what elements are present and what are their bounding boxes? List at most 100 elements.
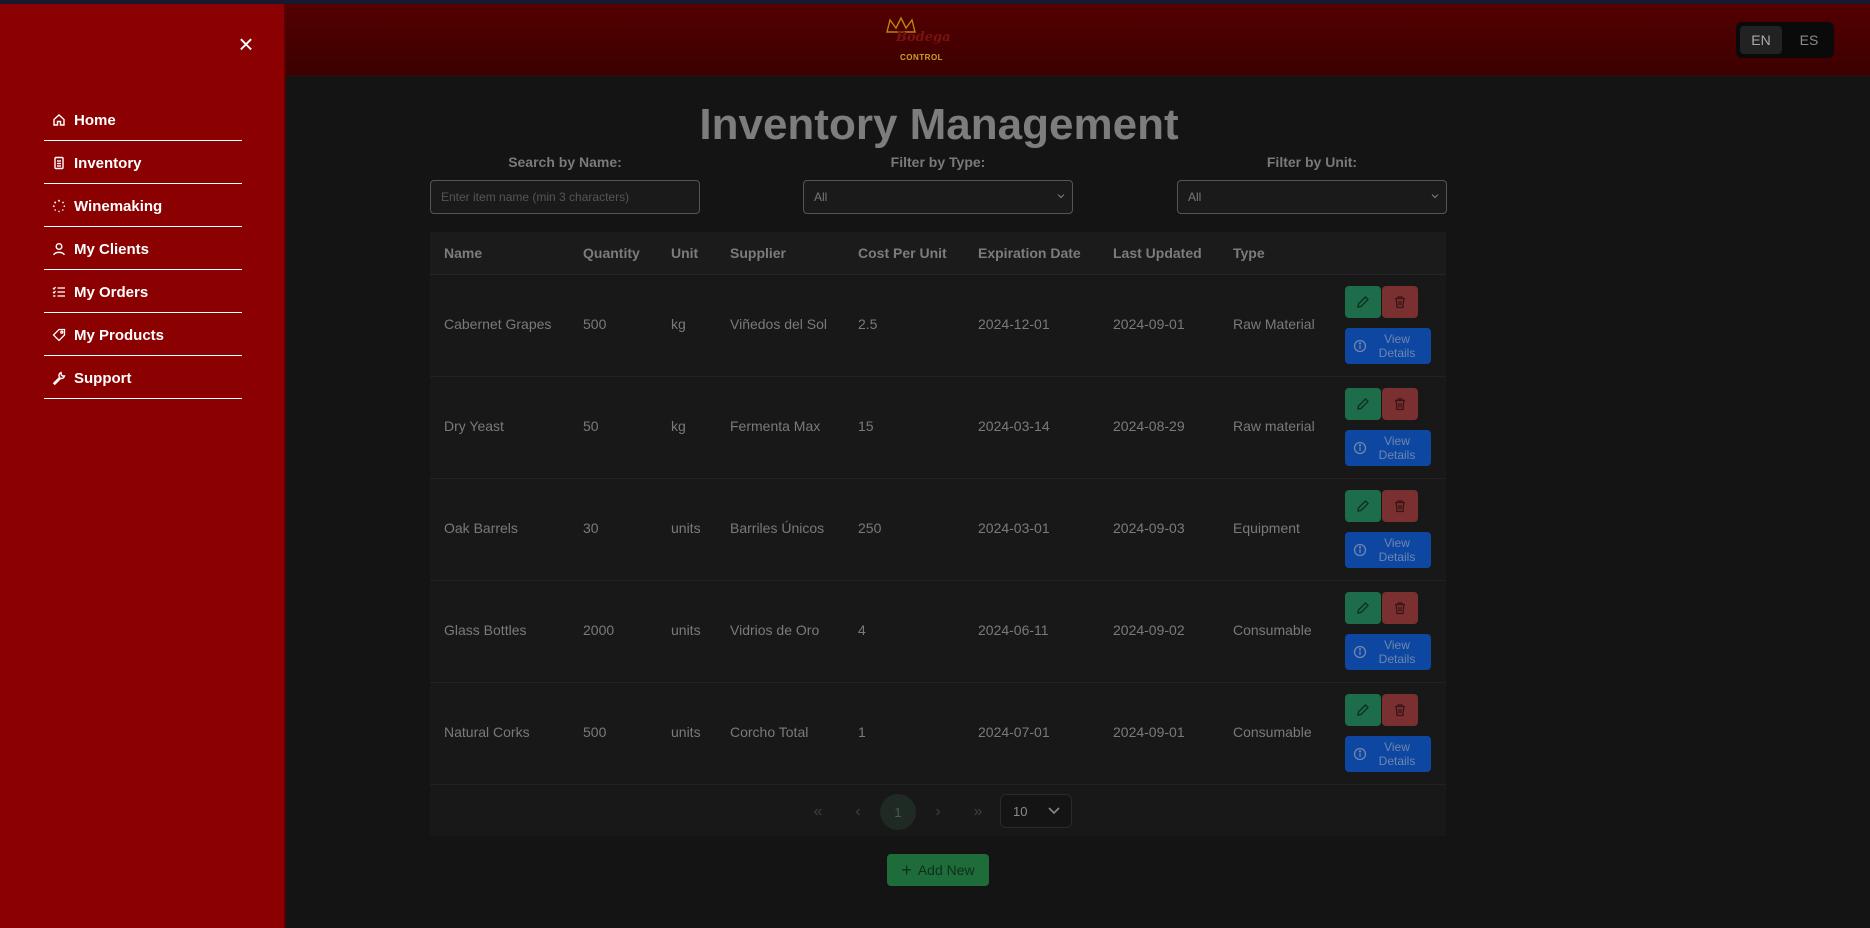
edit-button[interactable] xyxy=(1345,490,1381,522)
cell-supplier: Viñedos del Sol xyxy=(730,316,828,332)
view-details-label: View Details xyxy=(1378,536,1416,564)
info-icon xyxy=(1353,645,1367,659)
view-details-button[interactable]: View Details xyxy=(1345,736,1431,772)
home-icon xyxy=(53,114,65,126)
list-check-icon xyxy=(52,286,65,297)
sidebar-item-label: My Clients xyxy=(74,240,150,258)
pencil-icon xyxy=(1357,602,1369,614)
pencil-icon xyxy=(1357,398,1369,410)
unit-select[interactable]: All xyxy=(1177,180,1447,214)
type-filter: Filter by Type: All xyxy=(803,154,1073,214)
chevron-down-icon xyxy=(1057,194,1065,199)
sidebar-item-home[interactable]: Home xyxy=(44,100,242,141)
sidebar-item-winemaking[interactable]: Winemaking xyxy=(44,186,242,227)
column-header-type[interactable]: Type xyxy=(1233,245,1265,261)
column-header-expiration-date[interactable]: Expiration Date xyxy=(978,245,1081,261)
logo-subtitle: CONTROL xyxy=(900,53,944,62)
clipboard-icon xyxy=(54,156,64,170)
view-details-button[interactable]: View Details xyxy=(1345,634,1431,670)
delete-button[interactable] xyxy=(1382,490,1418,522)
cell-quantity: 500 xyxy=(583,724,607,740)
row-actions: View Details xyxy=(1345,694,1435,774)
cell-supplier: Fermenta Max xyxy=(730,418,821,434)
app-logo[interactable]: Bodega CONTROL xyxy=(878,16,951,66)
cell-last-updated: 2024-08-29 xyxy=(1113,418,1185,434)
delete-button[interactable] xyxy=(1382,694,1418,726)
column-header-cost-per-unit[interactable]: Cost Per Unit xyxy=(858,245,947,261)
delete-button[interactable] xyxy=(1382,286,1418,318)
cell-supplier: Barriles Únicos xyxy=(730,520,825,536)
inventory-table: Name Quantity Unit Supplier Cost Per Uni… xyxy=(430,232,1446,836)
sidebar-item-label: Winemaking xyxy=(74,197,163,215)
pencil-icon xyxy=(1357,704,1369,716)
language-en-button[interactable]: EN xyxy=(1740,26,1782,54)
view-details-button[interactable]: View Details xyxy=(1345,532,1431,568)
info-icon xyxy=(1353,543,1367,557)
type-select-value: All xyxy=(814,190,828,204)
current-page-button[interactable]: 1 xyxy=(880,794,916,830)
view-details-button[interactable]: View Details xyxy=(1345,430,1431,466)
pagination: « ‹ 1 › » 10 xyxy=(430,788,1446,836)
add-new-button[interactable]: + Add New xyxy=(887,854,989,886)
table-header: Name Quantity Unit Supplier Cost Per Uni… xyxy=(430,232,1446,275)
edit-button[interactable] xyxy=(1345,286,1381,318)
cell-name: Dry Yeast xyxy=(444,418,504,434)
prev-page-button[interactable]: ‹ xyxy=(844,798,872,826)
pencil-icon xyxy=(1357,296,1369,308)
row-actions: View Details xyxy=(1345,592,1435,672)
info-icon xyxy=(1353,747,1367,761)
search-input[interactable]: Enter item name (min 3 characters) xyxy=(430,180,700,214)
top-header: Bodega CONTROL EN ES xyxy=(286,4,1870,76)
trash-icon xyxy=(1395,704,1405,717)
column-header-supplier[interactable]: Supplier xyxy=(730,245,786,261)
wrench-icon xyxy=(52,371,66,385)
chevron-down-icon xyxy=(1048,807,1060,815)
cell-cost-per-unit: 4 xyxy=(858,622,866,638)
type-select[interactable]: All xyxy=(803,180,1073,214)
plus-icon: + xyxy=(901,859,912,880)
delete-button[interactable] xyxy=(1382,592,1418,624)
sidebar-item-inventory[interactable]: Inventory xyxy=(44,143,242,184)
unit-filter: Filter by Unit: All xyxy=(1177,154,1447,214)
first-page-button[interactable]: « xyxy=(804,798,832,826)
edit-button[interactable] xyxy=(1345,694,1381,726)
edit-button[interactable] xyxy=(1345,592,1381,624)
language-es-button[interactable]: ES xyxy=(1788,26,1830,54)
column-header-last-updated[interactable]: Last Updated xyxy=(1113,245,1202,261)
trash-icon xyxy=(1395,398,1405,411)
cell-expiration-date: 2024-03-01 xyxy=(978,520,1050,536)
page-size-select[interactable]: 10 xyxy=(1000,794,1072,828)
sidebar: × Home Inventory Winemaking My Clients M… xyxy=(0,4,286,928)
trash-icon xyxy=(1395,500,1405,513)
sidebar-item-label: My Orders xyxy=(74,283,149,301)
cell-supplier: Vidrios de Oro xyxy=(730,622,820,638)
column-header-name[interactable]: Name xyxy=(444,245,482,261)
view-details-label: View Details xyxy=(1378,332,1416,360)
sidebar-item-my-products[interactable]: My Products xyxy=(44,315,242,356)
trash-icon xyxy=(1395,602,1405,615)
page-size-value: 10 xyxy=(1013,803,1028,819)
sidebar-item-my-clients[interactable]: My Clients xyxy=(44,229,242,270)
cell-cost-per-unit: 15 xyxy=(858,418,874,434)
table-row: Dry Yeast 50 kg Fermenta Max 15 2024-03-14 202… xyxy=(430,376,1446,479)
search-placeholder: Enter item name (min 3 characters) xyxy=(441,190,630,204)
column-header-quantity[interactable]: Quantity xyxy=(583,245,640,261)
close-sidebar-button[interactable]: × xyxy=(236,31,256,57)
cell-expiration-date: 2024-07-01 xyxy=(978,724,1050,740)
search-label: Search by Name: xyxy=(508,154,622,170)
sidebar-item-support[interactable]: Support xyxy=(44,358,242,399)
view-details-button[interactable]: View Details xyxy=(1345,328,1431,364)
next-page-button[interactable]: › xyxy=(924,798,952,826)
last-page-button[interactable]: » xyxy=(964,798,992,826)
delete-button[interactable] xyxy=(1382,388,1418,420)
edit-button[interactable] xyxy=(1345,388,1381,420)
column-header-unit[interactable]: Unit xyxy=(671,245,698,261)
cell-type: Consumable xyxy=(1233,724,1312,740)
sidebar-item-label: Inventory xyxy=(74,154,142,172)
sidebar-item-my-orders[interactable]: My Orders xyxy=(44,272,242,313)
user-icon xyxy=(53,243,65,256)
table-row: Oak Barrels 30 units Barriles Únicos 250 2024… xyxy=(430,478,1446,581)
cell-name: Glass Bottles xyxy=(444,622,527,638)
cell-last-updated: 2024-09-01 xyxy=(1113,316,1185,332)
cell-expiration-date: 2024-06-11 xyxy=(978,622,1049,638)
